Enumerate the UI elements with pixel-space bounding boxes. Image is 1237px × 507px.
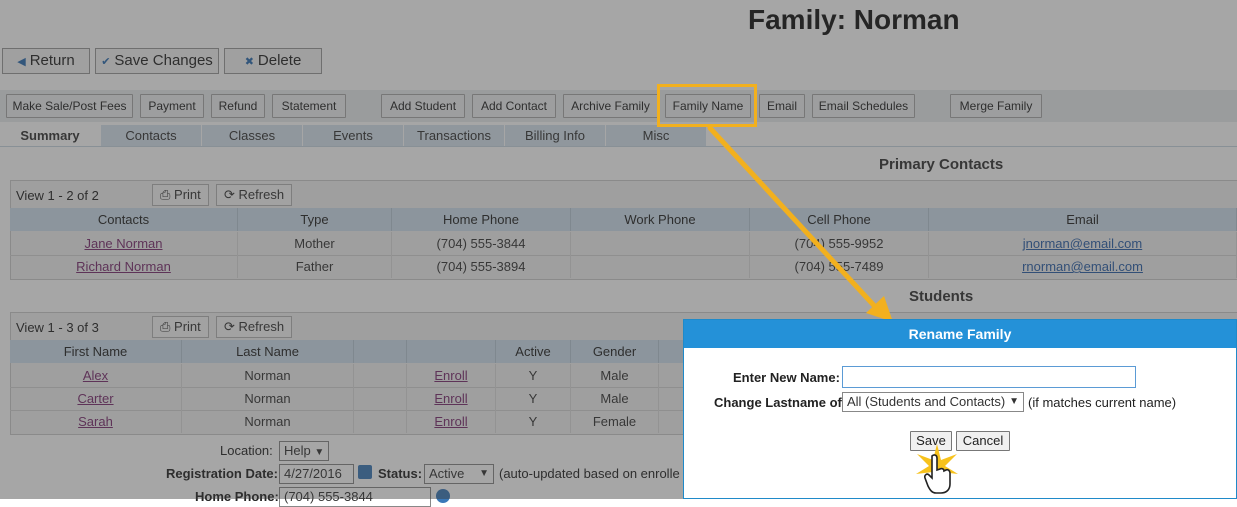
new-name-label: Enter New Name: (733, 370, 840, 385)
change-lastname-select[interactable]: All (Students and Contacts) ▼ (842, 392, 1024, 412)
chevron-down-icon: ▼ (1009, 396, 1019, 407)
highlight-box (657, 84, 757, 127)
dialog-title: Rename Family (684, 320, 1236, 348)
new-name-input[interactable] (842, 366, 1136, 388)
change-lastname-label: Change Lastname of: (714, 395, 847, 410)
cancel-button[interactable]: Cancel (956, 431, 1010, 451)
hand-cursor-icon (924, 454, 951, 494)
match-note: (if matches current name) (1028, 395, 1177, 410)
rename-family-dialog: Rename Family Enter New Name: Change Las… (683, 319, 1237, 499)
